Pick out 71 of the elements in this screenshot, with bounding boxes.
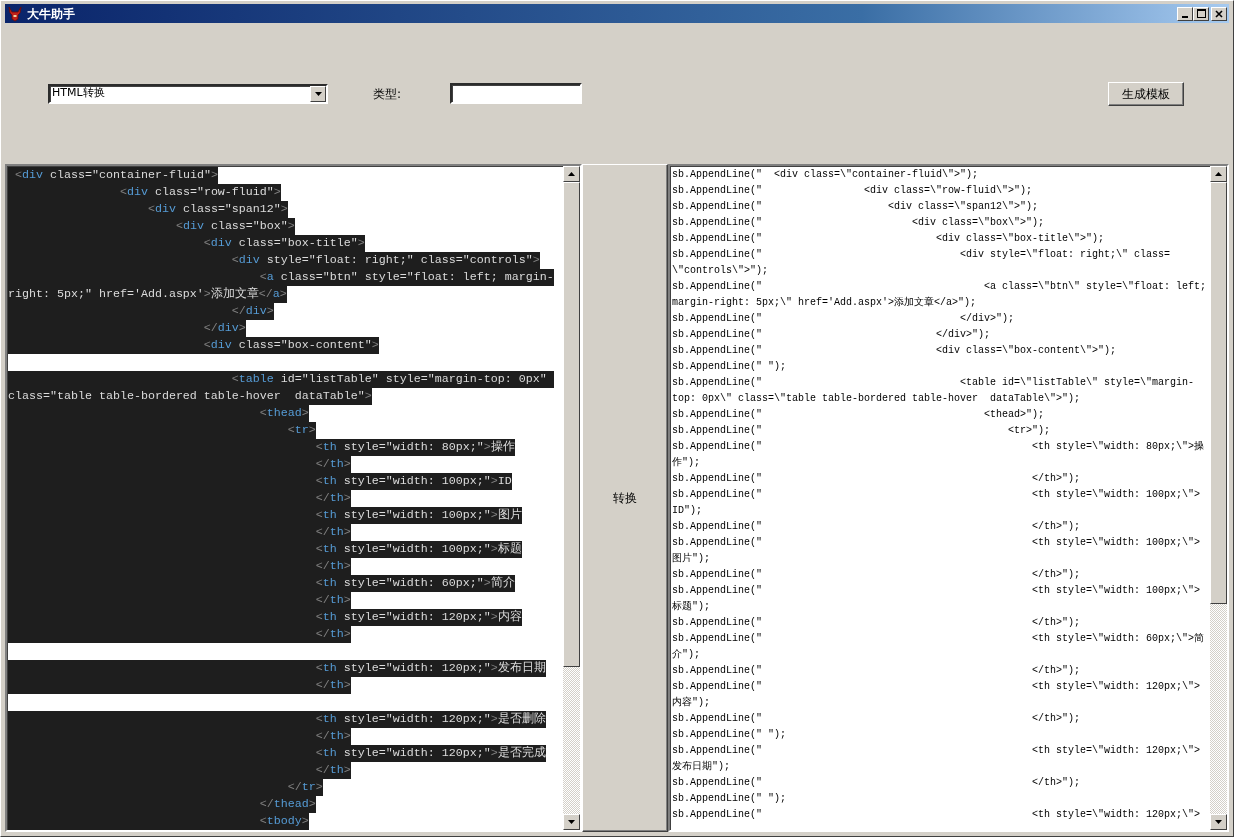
output-line: 内容"); xyxy=(672,695,710,710)
up-arrow-icon xyxy=(1215,172,1222,176)
output-line: sb.AppendLine(" "); xyxy=(672,728,787,742)
output-line: 标题"); xyxy=(672,600,710,614)
output-line: sb.AppendLine(" </th>"); xyxy=(672,664,1081,678)
down-arrow-icon xyxy=(568,820,575,824)
scrollbar-thumb[interactable] xyxy=(1210,182,1227,604)
vertical-scrollbar[interactable] xyxy=(563,166,580,830)
output-line: sb.AppendLine(" <th style=\"width: 120px;\"> xyxy=(672,680,1201,694)
caret-icon xyxy=(314,91,322,96)
type-label: 类型: xyxy=(373,85,403,103)
output-line: sb.AppendLine(" "); xyxy=(672,792,787,806)
output-line: sb.AppendLine(" <div class=\"row-fluid\">"); xyxy=(672,184,1033,198)
output-line: sb.AppendLine(" </th>"); xyxy=(672,568,1081,582)
scroll-down-button[interactable] xyxy=(563,814,580,830)
output-line: sb.AppendLine(" <div style=\"float: right;\" class= xyxy=(672,248,1171,262)
vertical-scrollbar[interactable] xyxy=(1210,166,1227,830)
output-line: sb.AppendLine(" "); xyxy=(672,360,787,374)
scroll-down-button[interactable] xyxy=(1210,814,1227,830)
generate-template-button[interactable]: 生成模板 xyxy=(1108,81,1184,106)
dropdown-button[interactable] xyxy=(310,85,326,102)
output-line: sb.AppendLine(" <th style=\"width: 100px;\"> xyxy=(672,488,1201,502)
scroll-up-button[interactable] xyxy=(1210,166,1227,182)
output-line: sb.AppendLine(" <div class=\"box\">"); xyxy=(672,216,1045,230)
maximize-button[interactable] xyxy=(1193,6,1209,21)
maximize-icon xyxy=(1196,9,1206,18)
output-line: sb.AppendLine(" </th>"); xyxy=(672,520,1081,534)
horned-head-icon xyxy=(7,5,23,22)
output-line: sb.AppendLine(" </th>"); xyxy=(672,776,1081,790)
output-line: 发布日期"); xyxy=(672,759,730,774)
output-line: sb.AppendLine(" <th style=\"width: 60px;\">简 xyxy=(672,632,1205,646)
output-line: sb.AppendLine(" <a class=\"btn\" style=\"float: left; xyxy=(672,280,1207,294)
output-line: sb.AppendLine(" </th>"); xyxy=(672,472,1081,486)
output-line: sb.AppendLine(" <table id=\"listTable\" style=\"margin- xyxy=(672,376,1195,390)
output-line: sb.AppendLine(" <th style=\"width: 100px;\"> xyxy=(672,536,1201,550)
source-code-editor[interactable] xyxy=(5,164,582,832)
type-input-field[interactable] xyxy=(450,83,582,104)
up-arrow-icon xyxy=(568,172,575,176)
output-line: sb.AppendLine(" <th style=\"width: 80px;\">操 xyxy=(672,440,1205,454)
dropdown-value: HTML转换 xyxy=(52,85,106,102)
output-line: \"controls\">"); xyxy=(672,264,768,278)
output-line: sb.AppendLine(" <div class=\"container-fluid\">"); xyxy=(672,168,979,182)
output-line: sb.AppendLine(" </div>"); xyxy=(672,328,991,342)
output-line: 作"); xyxy=(672,456,700,470)
mode-dropdown[interactable]: HTML转换 xyxy=(48,83,328,104)
close-icon xyxy=(1215,9,1223,18)
output-line: sb.AppendLine(" <thead>"); xyxy=(672,408,1045,422)
output-line: sb.AppendLine(" </div>"); xyxy=(672,312,1015,326)
minimize-icon xyxy=(1182,15,1188,18)
down-arrow-icon xyxy=(1215,820,1222,824)
convert-button[interactable]: 转换 xyxy=(582,164,668,832)
output-code-editor[interactable] xyxy=(668,164,1229,832)
output-line: sb.AppendLine(" </th>"); xyxy=(672,712,1081,726)
window-title: 大牛助手 xyxy=(27,7,75,20)
close-button[interactable] xyxy=(1211,6,1227,21)
scroll-up-button[interactable] xyxy=(563,166,580,182)
output-line: sb.AppendLine(" <th style=\"width: 100px;\"> xyxy=(672,584,1201,598)
output-line: sb.AppendLine(" <div class=\"span12\">"); xyxy=(672,200,1039,214)
output-line: sb.AppendLine(" <div class=\"box-content\">"); xyxy=(672,344,1117,358)
output-line: sb.AppendLine(" </th>"); xyxy=(672,616,1081,630)
output-line: margin-right: 5px;\" href='Add.aspx'>添加文章</a>"); xyxy=(672,295,977,310)
output-line: top: 0px\" class=\"table table-bordered table-hover dataTable\">"); xyxy=(672,392,1081,406)
output-line: sb.AppendLine(" <th style=\"width: 120px;\"> xyxy=(672,808,1201,822)
output-line: sb.AppendLine(" <tr>"); xyxy=(672,424,1051,438)
minimize-button[interactable] xyxy=(1177,6,1193,21)
output-line: sb.AppendLine(" <th style=\"width: 120px;\"> xyxy=(672,744,1201,758)
output-line: 介"); xyxy=(672,648,700,662)
output-line: ID"); xyxy=(672,504,702,518)
output-line: sb.AppendLine(" <div class=\"box-title\">"); xyxy=(672,232,1105,246)
output-line: 图片"); xyxy=(672,551,710,566)
scrollbar-thumb[interactable] xyxy=(563,182,580,667)
